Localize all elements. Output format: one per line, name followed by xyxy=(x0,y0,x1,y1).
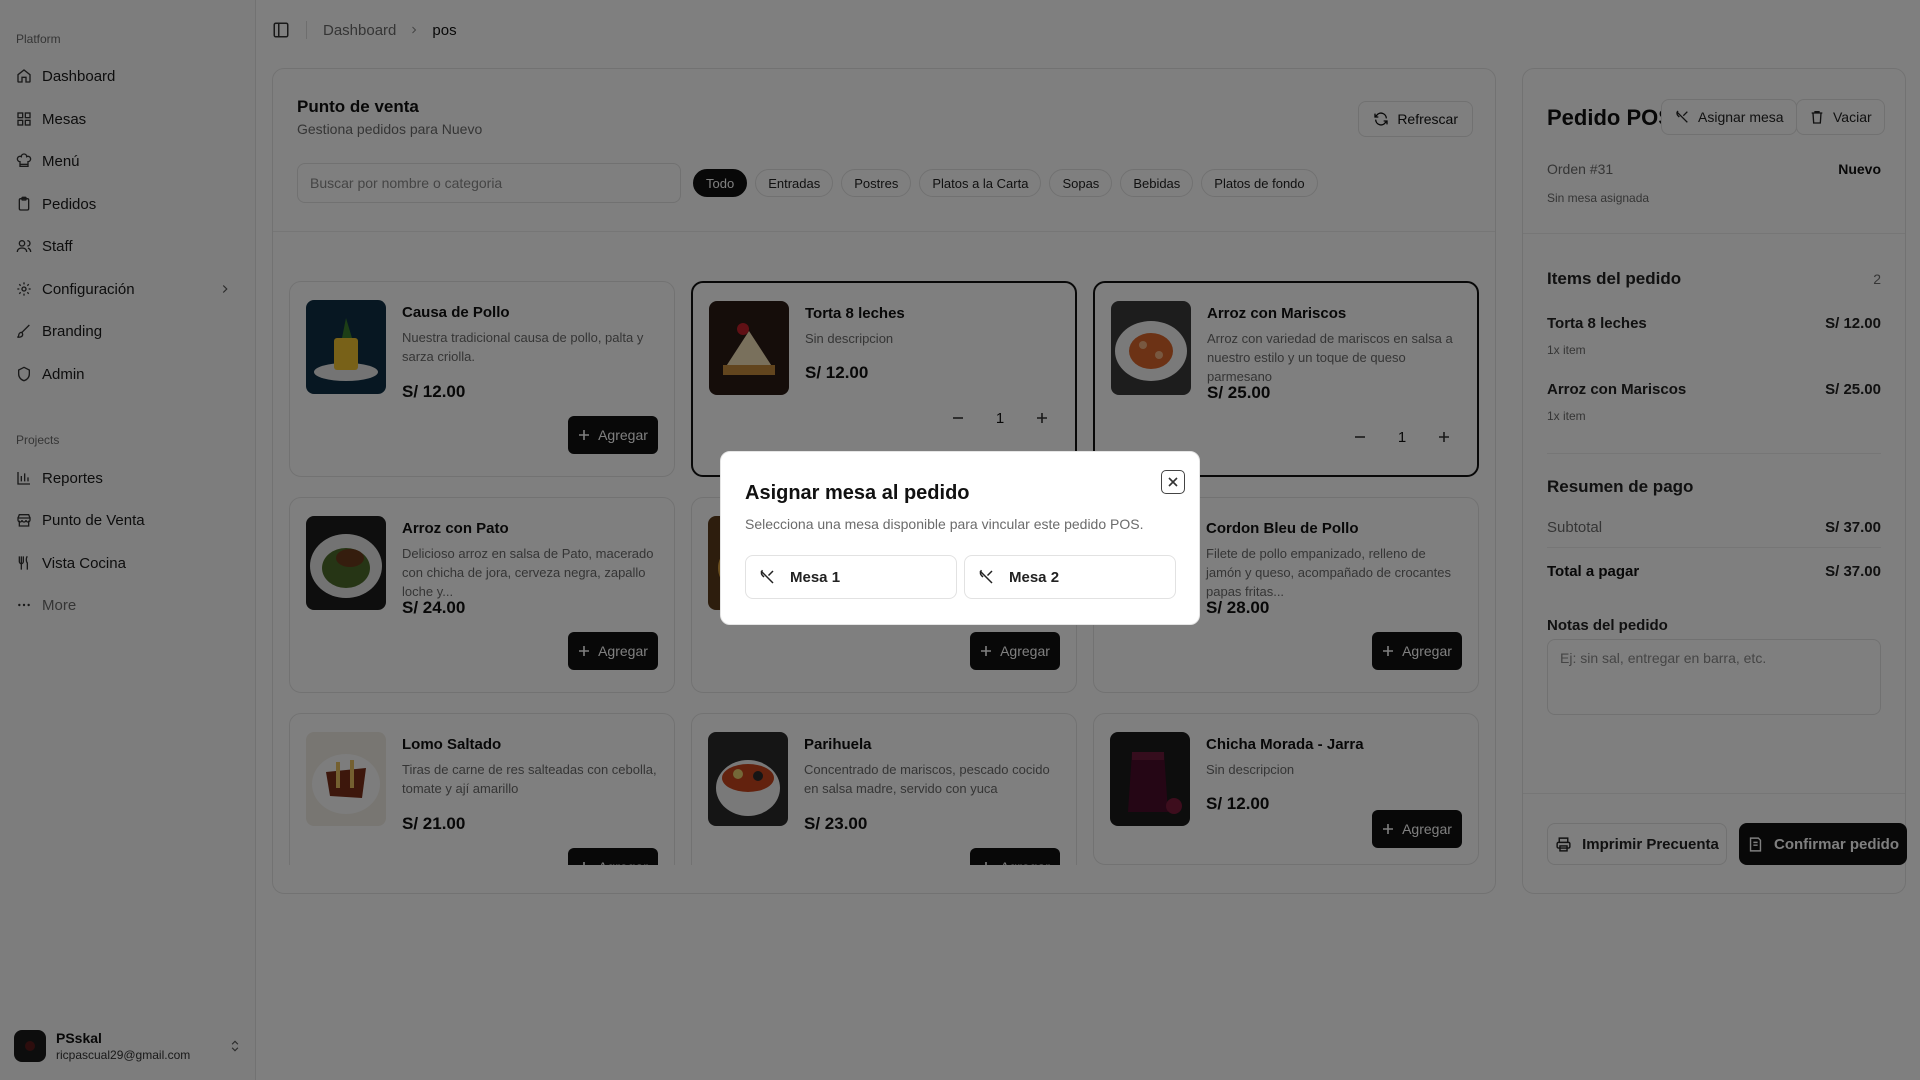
utensils-crossed-icon xyxy=(760,569,774,584)
close-icon xyxy=(1168,477,1178,487)
table-option-mesa-1[interactable]: Mesa 1 xyxy=(745,555,957,599)
table-option-label: Mesa 1 xyxy=(790,568,841,586)
utensils-crossed-icon xyxy=(979,569,993,584)
dialog-description: Selecciona una mesa disponible para vinc… xyxy=(745,516,1144,532)
dialog-title: Asignar mesa al pedido xyxy=(745,482,970,504)
table-option-label: Mesa 2 xyxy=(1009,568,1060,586)
close-button[interactable] xyxy=(1161,470,1185,494)
assign-table-dialog: Asignar mesa al pedido Selecciona una me… xyxy=(720,451,1200,625)
table-option-mesa-2[interactable]: Mesa 2 xyxy=(964,555,1176,599)
